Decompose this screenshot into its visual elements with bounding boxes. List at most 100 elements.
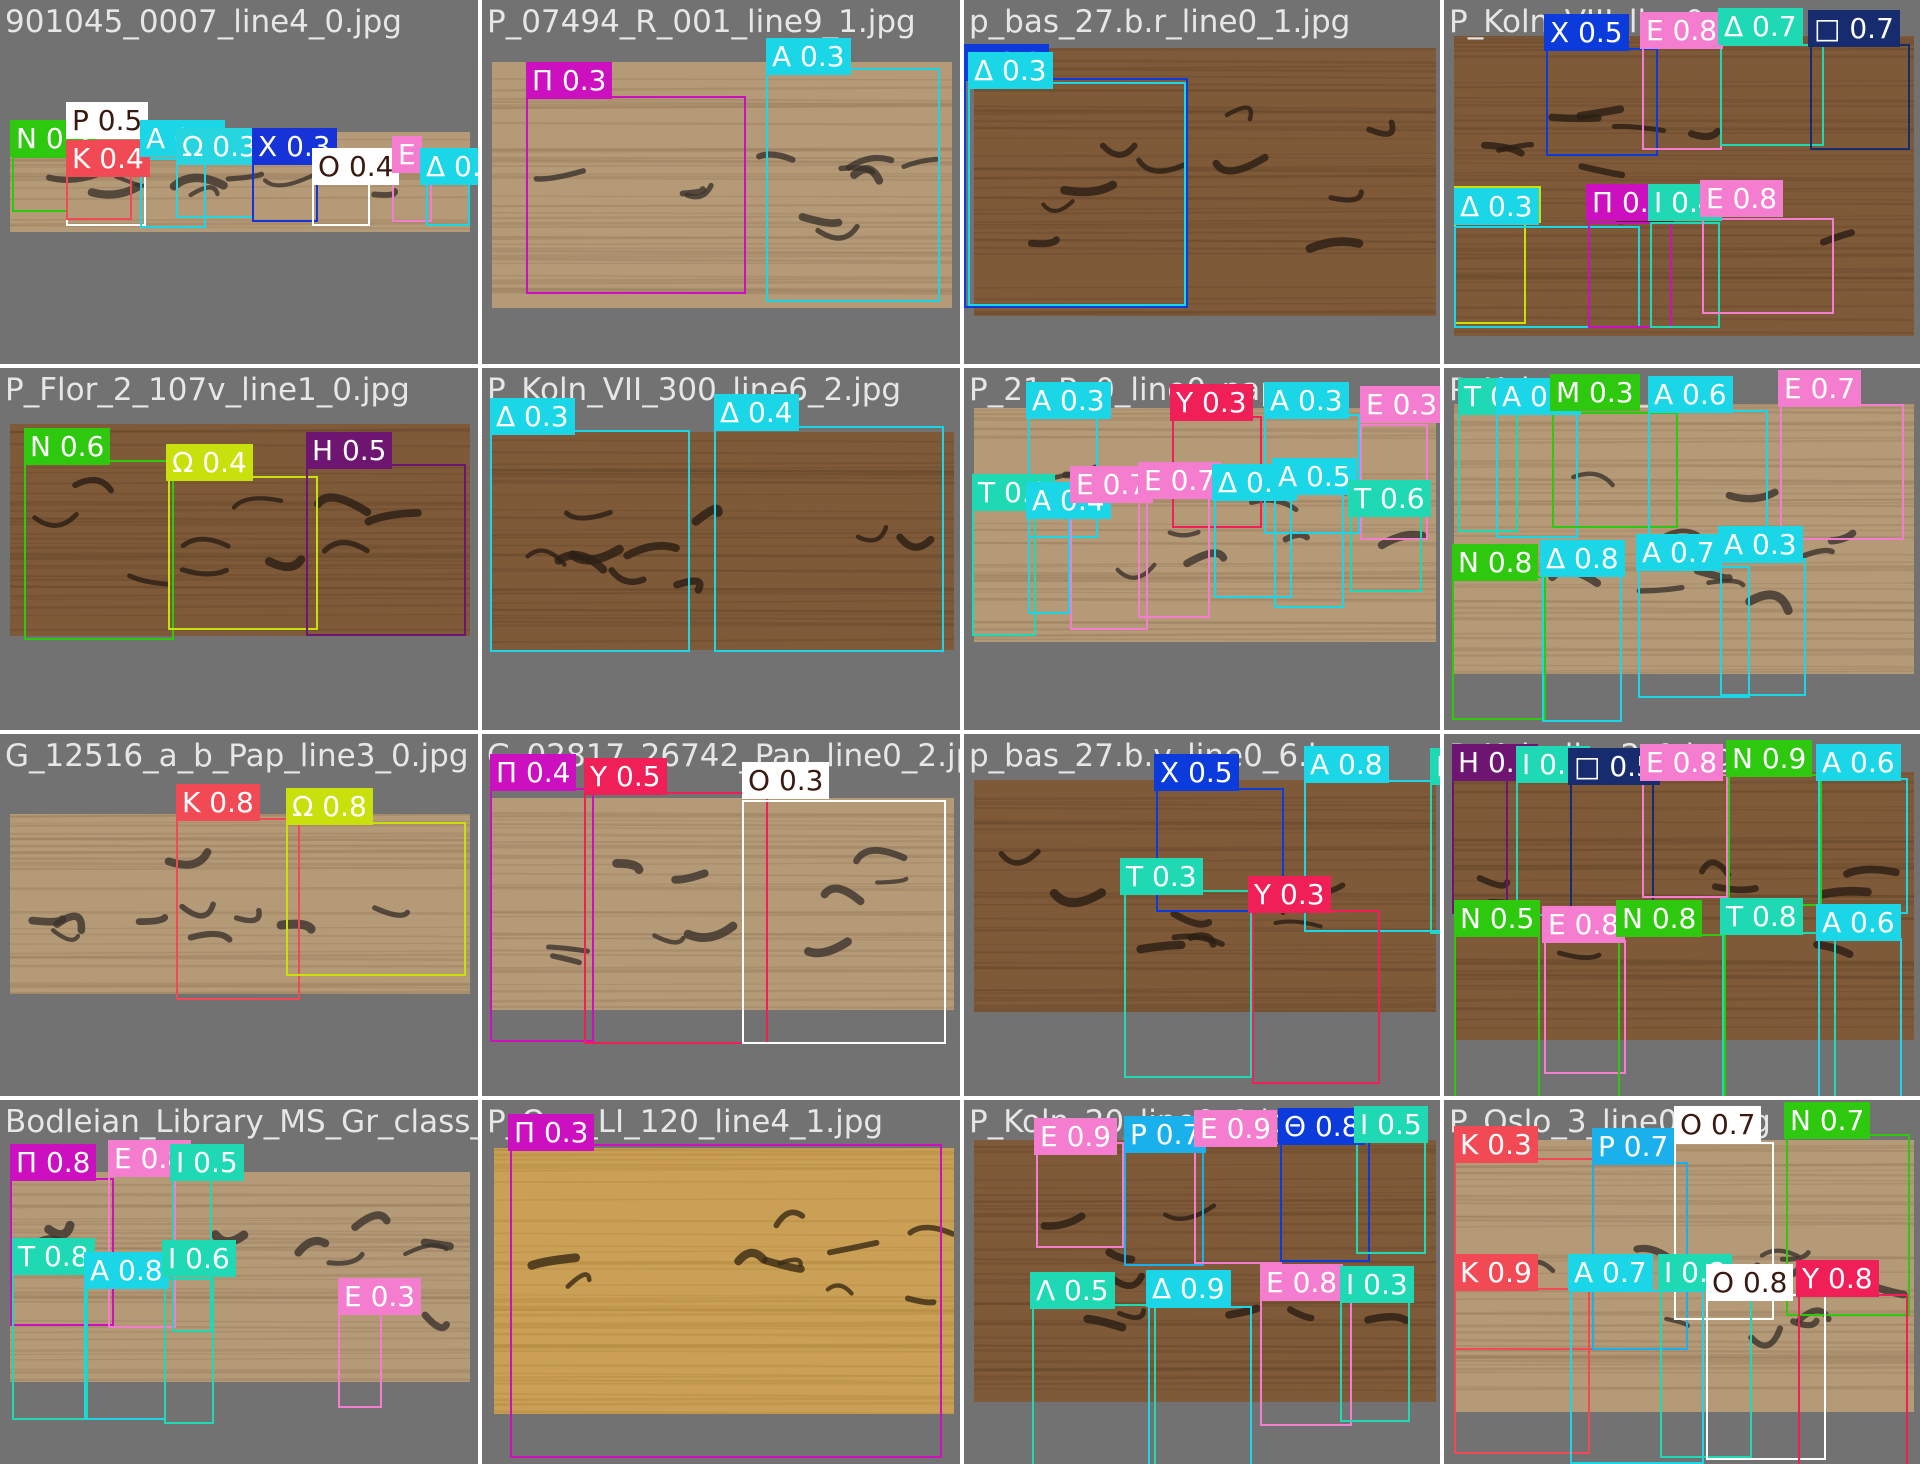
image-filename: G_12516_a_b_Pap_line3_0.jpg: [5, 738, 469, 774]
detection-box: [1720, 44, 1824, 146]
detection-label: E 0.9: [1194, 1110, 1278, 1147]
detection-label: Ω 0.4: [166, 444, 253, 481]
detection-box: [1544, 940, 1626, 1074]
image-tile: P_Oslo_3_line0_1.jpg K 0.3 P 0.7 O 0.7 N 0.7…: [1444, 1100, 1920, 1464]
detection-label: O 0.8: [1706, 1264, 1794, 1301]
detection-label: □ 0.7: [1808, 10, 1900, 47]
image-filename: p_bas_27.b.r_line0_1.jpg: [969, 4, 1351, 40]
detection-box: [1810, 44, 1910, 150]
detection-box: [526, 96, 746, 294]
detection-box: [490, 788, 594, 1042]
image-tile: P_07494_R_001_line9_1.jpg Π 0.3 A 0.3: [482, 0, 960, 364]
detection-label: Δ 0.4: [714, 394, 799, 431]
detection-label: N 0.9: [1726, 740, 1813, 777]
detection-label: A 0.3: [1718, 526, 1803, 563]
detection-box: [1252, 910, 1380, 1084]
image-tile: G_02817_26742_Pap_line0_2.jpg Π 0.4 Y 0.5 O…: [482, 734, 960, 1096]
detection-label: I 0.3: [1340, 1266, 1414, 1303]
image-tile: P_Flor_2_107v_line1_0.jpg N 0.6 Ω 0.4 H 0.5: [0, 368, 478, 730]
detection-label: Y 0.5: [584, 758, 667, 795]
detection-label: E 0.7: [1778, 370, 1862, 407]
detection-label: E 0.3: [338, 1278, 422, 1315]
detection-box: [12, 156, 68, 212]
detection-box: [766, 68, 940, 302]
detection-label: N 0.8: [1616, 900, 1703, 937]
detection-box: [164, 1278, 214, 1424]
detection-box: [306, 464, 466, 636]
detection-box: [168, 476, 318, 630]
detection-box: [1138, 492, 1210, 618]
image-tile: P_Koln_line1_0.jpgT 0.4A 0.8M 0.3A 0.6E …: [1444, 368, 1920, 730]
detection-label: O 0.7: [1674, 1106, 1762, 1143]
image-tile: P_Koln_20_line0_1.jpgE 0.9P 0.7E 0.9Θ 0.…: [964, 1100, 1440, 1464]
detection-box: [1148, 1306, 1252, 1464]
detection-label: A 0.3: [1264, 382, 1349, 419]
detection-label: Π 0.3: [508, 1114, 595, 1151]
image-filename: P_Flor_2_107v_line1_0.jpg: [5, 372, 410, 408]
detection-box: [510, 1144, 942, 1458]
detection-label: A 0.8: [84, 1252, 169, 1289]
detection-box: [1702, 218, 1834, 314]
detection-label: E 0.3: [1360, 386, 1440, 423]
detection-box: [1028, 512, 1070, 614]
detection-label: E 0.8: [1700, 180, 1784, 217]
detection-box: [714, 426, 944, 652]
detection-box: [1452, 576, 1546, 720]
detection-label: O 0.4: [312, 148, 400, 185]
image-tile: p_bas_27.b.r_line0_1.jpgX 0.3Δ 0.3: [964, 0, 1440, 364]
detection-box: [1818, 778, 1908, 914]
detection-box: [742, 800, 946, 1044]
detection-label: T 0.8: [12, 1238, 95, 1275]
detection-label: K 0.3: [1454, 1126, 1538, 1163]
detection-box: [1124, 890, 1252, 1078]
detection-label: K 0.9: [1454, 1254, 1538, 1291]
detection-box: [12, 1270, 88, 1420]
detection-label: O 0.3: [742, 762, 830, 799]
detection-label: Y 0.3: [1248, 876, 1331, 913]
detection-label: I 0.6: [1430, 748, 1440, 785]
detection-box: [1648, 410, 1768, 538]
detection-box: [176, 818, 300, 1000]
detection-box: [1542, 572, 1622, 722]
detection-box: [1618, 934, 1726, 1096]
detection-label: I 0.5: [1354, 1106, 1428, 1143]
detection-label: X 0.5: [1154, 754, 1239, 791]
detection-label: A 0.6: [1648, 376, 1733, 413]
detection-box: [252, 160, 318, 222]
image-tile: Bodleian_Library_MS_Gr_class_a Π 0.8 E 0.8…: [0, 1100, 478, 1464]
detection-box: [1274, 490, 1344, 608]
detection-label: A 0.3: [1026, 382, 1111, 419]
detection-label: Π 0.4: [490, 754, 577, 791]
detection-box: [968, 82, 1186, 306]
detection-box: [1036, 1142, 1124, 1248]
detection-label: A 0.6: [1816, 904, 1901, 941]
detection-box: [1356, 1138, 1426, 1254]
detection-label: Δ 0.8: [1540, 540, 1625, 577]
detection-label: N 0.5: [1454, 900, 1541, 937]
image-tile: 901045_0007_line4_0.jpg N 0.3 P 0.5 K 0.4 A …: [0, 0, 478, 364]
mosaic-grid: 901045_0007_line4_0.jpg N 0.3 P 0.5 K 0.4 A …: [0, 0, 1920, 1464]
detection-label: T 0.6: [1348, 480, 1431, 517]
detection-label: A 0.6: [1816, 744, 1901, 781]
detection-box: [972, 506, 1036, 636]
detection-label: T 0.8: [1720, 898, 1803, 935]
image-tile: P_Koln_VII_300_line6_2.jpg Δ 0.3 Δ 0.4: [482, 368, 960, 730]
detection-box: [1430, 782, 1440, 934]
detection-box: [84, 1286, 166, 1420]
detection-box: [24, 460, 174, 640]
image-filename: Bodleian_Library_MS_Gr_class_a: [5, 1104, 478, 1140]
detection-label: Y 0.3: [1170, 384, 1253, 421]
detection-label: E: [392, 136, 422, 173]
detection-label: K 0.4: [66, 140, 150, 177]
detection-box: [1454, 934, 1540, 1096]
detection-box: [1032, 1304, 1156, 1464]
detection-label: Π 0.3: [526, 62, 613, 99]
detection-box: [1642, 774, 1728, 898]
detection-label: N 0.8: [1452, 544, 1539, 581]
detection-label: Δ 0.7: [1718, 8, 1803, 45]
image-tile: P_Koln_VIII_line0_1.jpgX 0.5E 0.8Δ 0.7□ …: [1444, 0, 1920, 364]
detection-label: A 0.7: [1568, 1254, 1653, 1291]
detection-label: Δ 0.9: [1146, 1270, 1231, 1307]
detection-label: Δ 0.4: [420, 148, 478, 185]
detection-label: Δ 0.3: [968, 52, 1053, 89]
